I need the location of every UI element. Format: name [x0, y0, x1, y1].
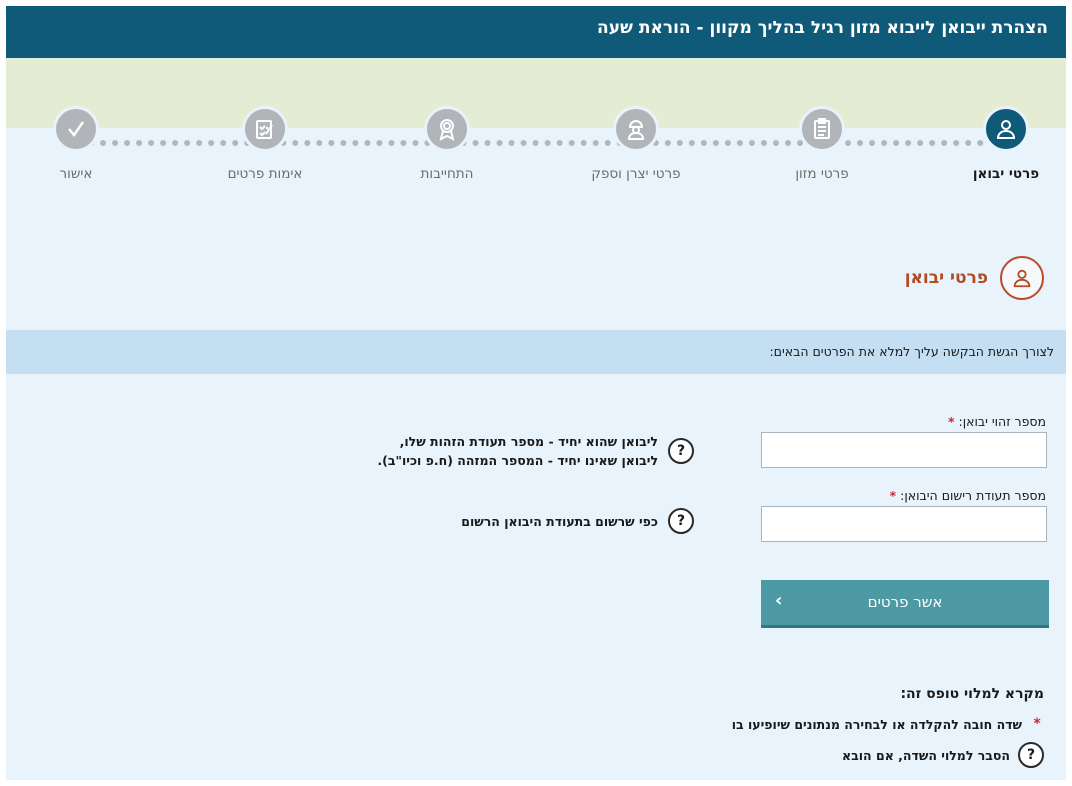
step-approval[interactable]: אישור — [6, 106, 156, 182]
user-icon — [1000, 256, 1044, 300]
checklist-icon — [242, 106, 288, 152]
confirm-details-button[interactable]: ‹ אשר פרטים — [761, 580, 1049, 628]
legend-required-row: * שדה חובה להקלדה או לבחירה מנתונים שיופ… — [732, 716, 1044, 732]
importer-id-help-text: ליבואן שהוא יחיד - מספר תעודת הזהות שלו,… — [377, 432, 658, 470]
step-verify-details[interactable]: אימות פרטים — [185, 106, 345, 182]
required-star: * — [1033, 716, 1041, 732]
step-food-details[interactable]: פרטי מזון — [742, 106, 902, 182]
legend-help-text: הסבר למלוי השדה, אם הובא — [842, 747, 1010, 763]
step-label: התחייבות — [420, 166, 474, 182]
legend-required-text: שדה חובה להקלדה או לבחירה מנתונים שיופיע… — [731, 716, 1022, 732]
step-label: אימות פרטים — [227, 166, 303, 182]
checkmark-icon — [53, 106, 99, 152]
step-commitment[interactable]: התחייבות — [367, 106, 527, 182]
importer-id-label: מספר זהוי יבואן: * — [948, 414, 1046, 429]
worker-icon — [613, 106, 659, 152]
legend-help-row: ? הסבר למלוי השדה, אם הובא — [842, 742, 1044, 768]
help-icon: ? — [1018, 742, 1044, 768]
step-label: אישור — [59, 166, 93, 182]
page-title: הצהרת ייבואן לייבוא מזון רגיל בהליך מקוו… — [597, 18, 1048, 38]
required-star: * — [947, 414, 955, 429]
instructions-text: לצורך הגשת הבקשה עליך למלא את הפרטים הבא… — [769, 344, 1054, 359]
required-star: * — [889, 488, 897, 503]
legend-title: מקרא למלוי טופס זה: — [900, 686, 1044, 702]
form-page: הצהרת ייבואן לייבוא מזון רגיל בהליך מקוו… — [6, 6, 1066, 780]
user-icon — [983, 106, 1029, 152]
registration-input[interactable] — [761, 506, 1047, 542]
registration-help: ? כפי שרשום בתעודת היבואן הרשום — [461, 508, 694, 534]
step-label: פרטי יבואן — [972, 166, 1040, 182]
help-line-1: ליבואן שהוא יחיד - מספר תעודת הזהות שלו, — [399, 434, 658, 449]
registration-label: מספר תעודת רישום היבואן: * — [890, 488, 1046, 503]
step-importer-details[interactable]: פרטי יבואן — [926, 106, 1066, 182]
page-header: הצהרת ייבואן לייבוא מזון רגיל בהליך מקוו… — [6, 6, 1066, 58]
wizard-band-top — [6, 58, 1066, 128]
section-heading: פרטי יבואן — [905, 256, 1044, 300]
importer-id-help: ? ליבואן שהוא יחיד - מספר תעודת הזהות של… — [377, 432, 694, 470]
confirm-button-label: אשר פרטים — [867, 593, 943, 611]
help-icon[interactable]: ? — [668, 508, 694, 534]
step-label: פרטי יצרן וספק — [591, 166, 681, 182]
instructions-bar: לצורך הגשת הבקשה עליך למלא את הפרטים הבא… — [6, 330, 1066, 374]
section-title: פרטי יבואן — [904, 268, 988, 288]
wizard-steps: פרטי יבואן פרטי מזון פרטי יצרן וספק התחי… — [6, 58, 1066, 244]
registration-label-text: מספר תעודת רישום היבואן: — [900, 488, 1046, 503]
registration-help-text: כפי שרשום בתעודת היבואן הרשום — [461, 513, 658, 529]
step-label: פרטי מזון — [795, 166, 849, 182]
clipboard-icon — [799, 106, 845, 152]
step-manufacturer-supplier[interactable]: פרטי יצרן וספק — [556, 106, 716, 182]
importer-id-label-text: מספר זהוי יבואן: — [958, 414, 1046, 429]
help-icon[interactable]: ? — [668, 438, 694, 464]
importer-id-input[interactable] — [761, 432, 1047, 468]
badge-icon — [424, 106, 470, 152]
help-line-2: ליבואן שאינו יחיד - המספר המזהה (ח.פ וכי… — [377, 453, 658, 468]
